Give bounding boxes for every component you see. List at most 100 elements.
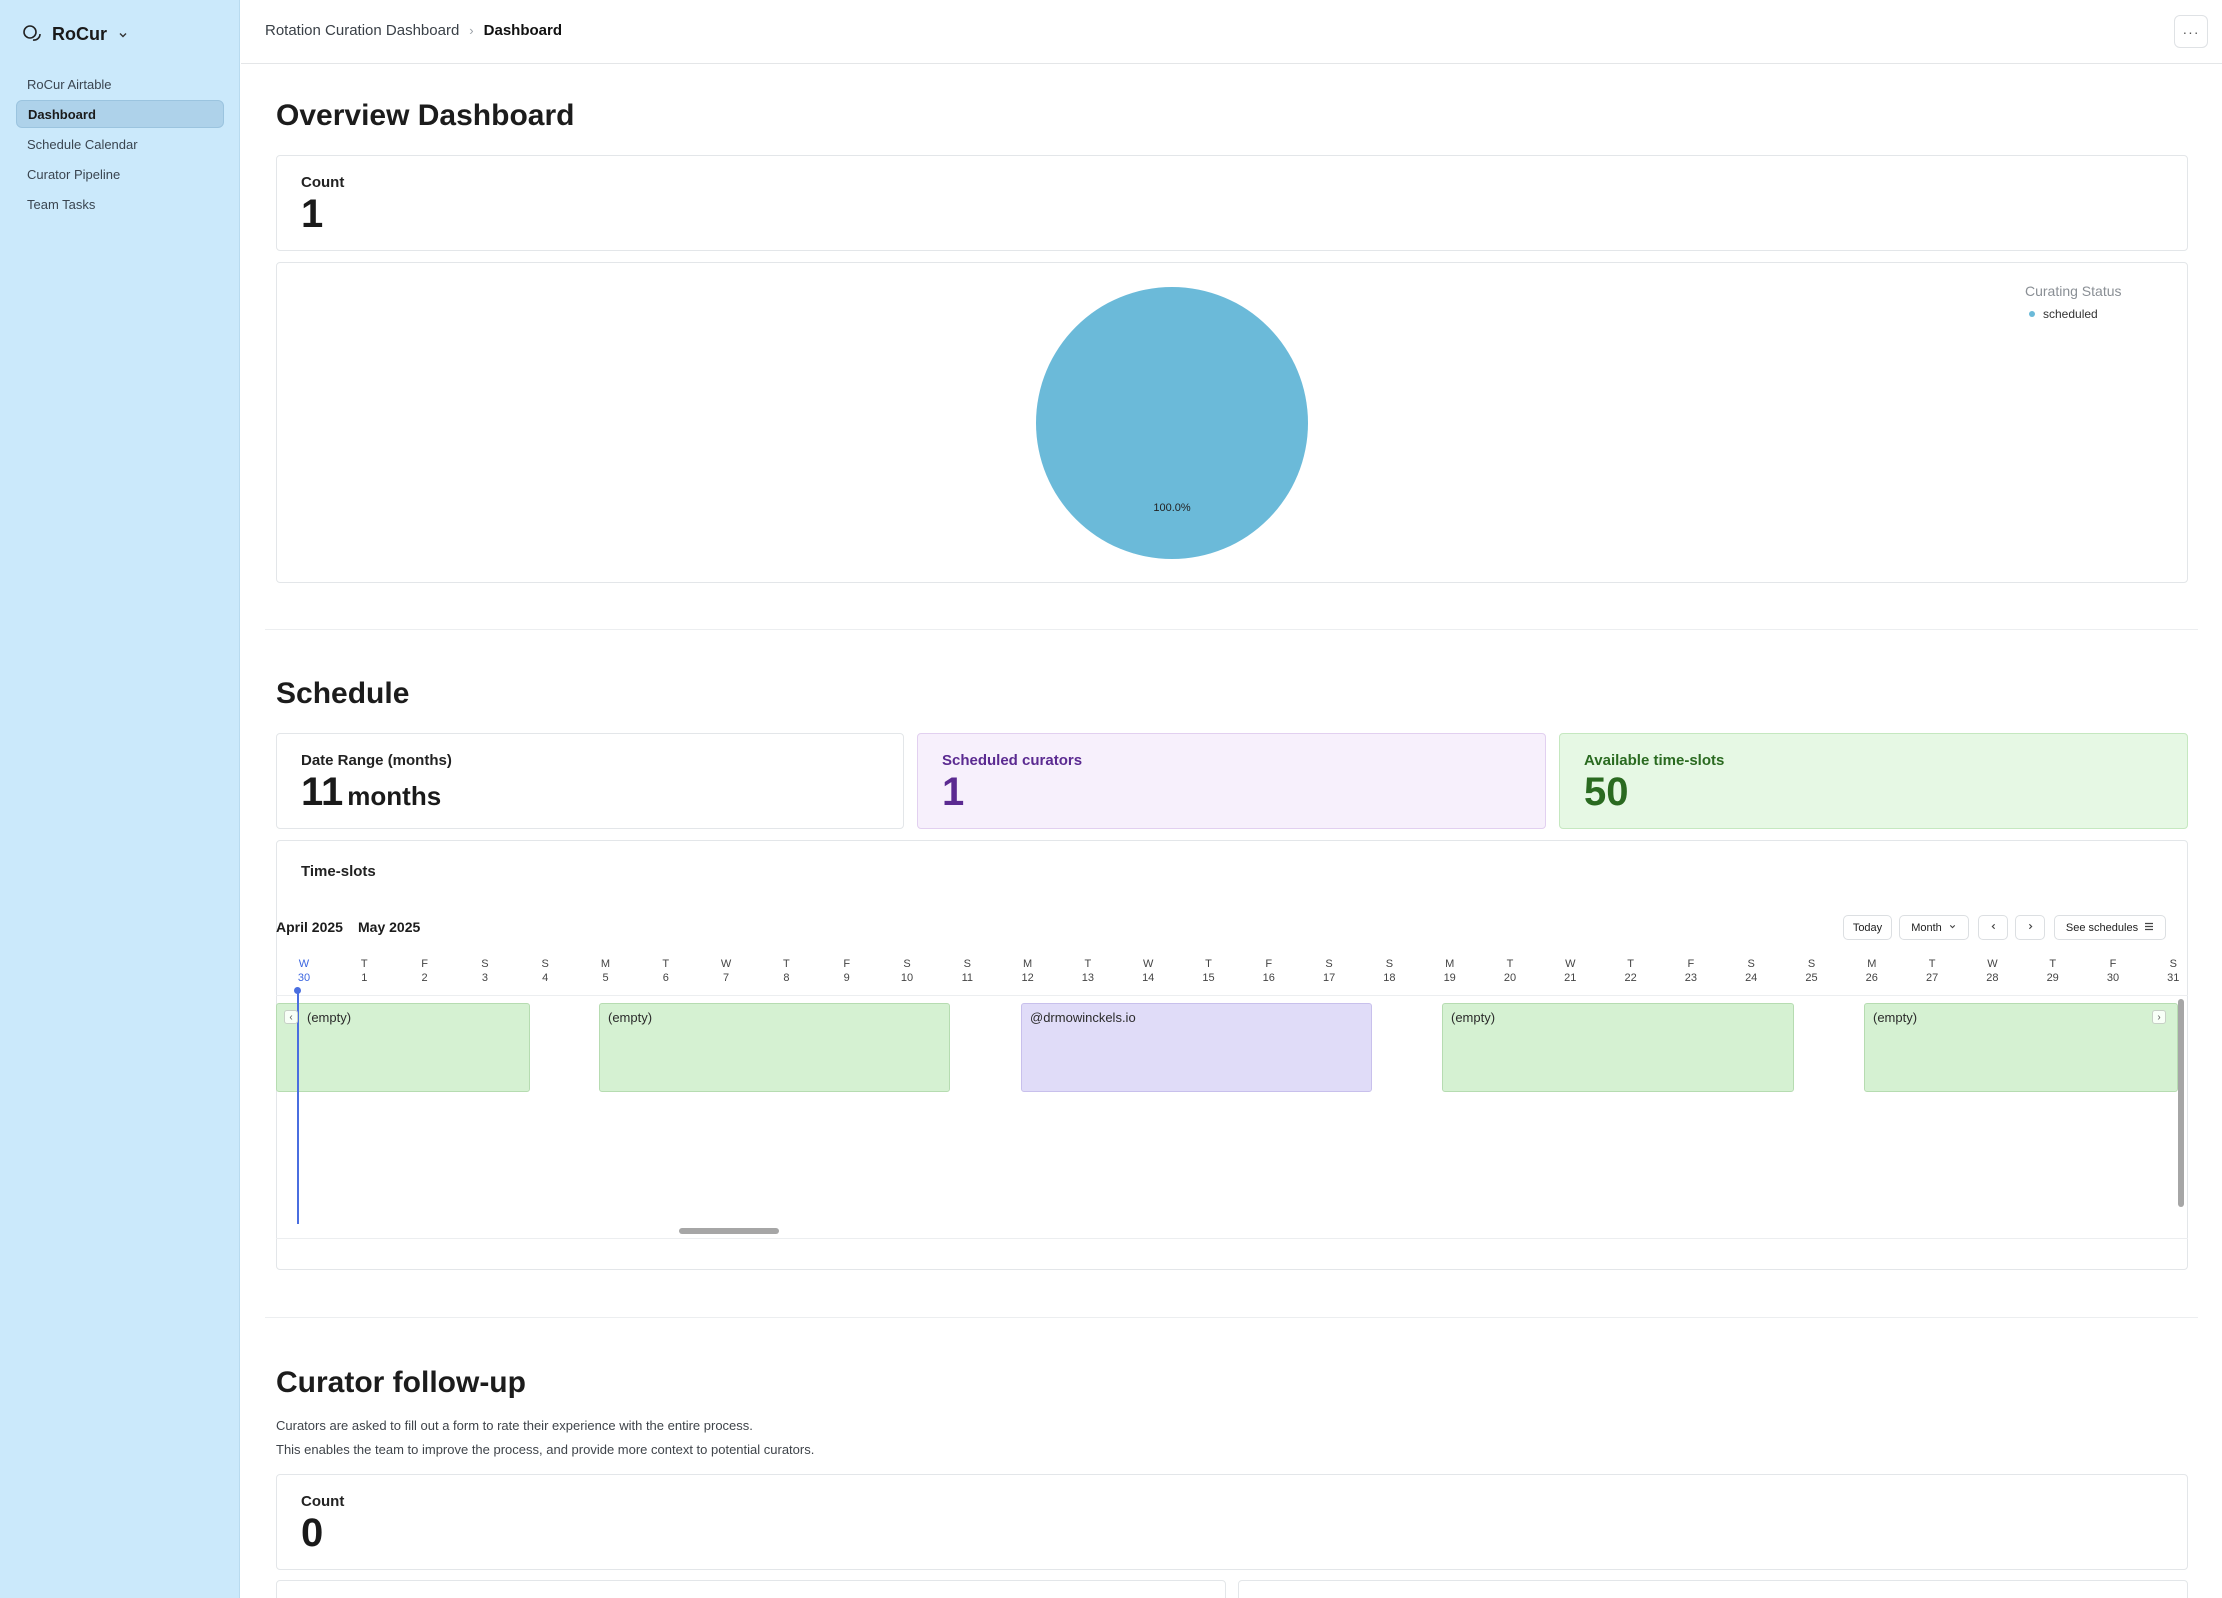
count-label: Count xyxy=(301,174,345,191)
overview-count-card: Count 1 xyxy=(276,155,2188,251)
day-number: 17 xyxy=(1322,972,1336,984)
followup-description-2: This enables the team to improve the pro… xyxy=(276,1442,815,1457)
day-number: 16 xyxy=(1262,972,1275,984)
view-select-value: Month xyxy=(1911,921,1942,934)
followup-description-1: Curators are asked to fill out a form to… xyxy=(276,1418,753,1433)
chevron-right-icon[interactable]: › xyxy=(2152,1010,2166,1024)
empty-slot[interactable]: (empty) xyxy=(1864,1003,2178,1092)
weekday-letter: S xyxy=(481,958,489,970)
slot-label: (empty) xyxy=(608,1010,653,1025)
day-number: 13 xyxy=(1081,972,1095,984)
workspace-switcher[interactable]: RoCur xyxy=(22,20,129,48)
weekday-letter: T xyxy=(783,958,790,970)
day-number: 29 xyxy=(2046,972,2059,984)
followup-chart-card-left xyxy=(276,1580,1226,1598)
weekday-letter: F xyxy=(421,958,428,970)
chevron-right-icon xyxy=(2026,922,2035,934)
day-number: 30 xyxy=(297,972,311,984)
weekday-letter: F xyxy=(1265,958,1273,970)
weekday-letter: W xyxy=(1565,958,1576,970)
chevron-down-icon xyxy=(117,28,129,40)
sidebar-item-rocur-airtable[interactable]: RoCur Airtable xyxy=(16,70,224,98)
day-number: 27 xyxy=(1925,972,1939,984)
pie-slice-scheduled[interactable] xyxy=(1036,287,1308,559)
calendar-day-19: M 19 xyxy=(1430,958,1470,986)
empty-slot[interactable]: (empty) xyxy=(276,1003,530,1092)
empty-slot[interactable]: (empty) xyxy=(599,1003,950,1092)
breadcrumb-current: Dashboard xyxy=(483,22,562,39)
empty-slot[interactable]: (empty) xyxy=(1442,1003,1794,1092)
see-schedules-label: See schedules xyxy=(2065,921,2139,934)
pie-data-label: 100.0% xyxy=(1153,502,1191,514)
view-select[interactable]: Month xyxy=(1899,915,1969,940)
today-button[interactable]: Today xyxy=(1843,915,1892,940)
weekday-letter: M xyxy=(1867,958,1877,970)
breadcrumb-parent[interactable]: Rotation Curation Dashboard xyxy=(265,22,459,39)
previous-button[interactable] xyxy=(1978,915,2008,940)
weekday-letter: W xyxy=(1142,958,1154,970)
sidebar-item-label: Curator Pipeline xyxy=(27,166,121,182)
weekday-letter: W xyxy=(720,958,732,970)
calendar-footer-divider xyxy=(276,1238,2188,1239)
chevron-left-icon xyxy=(1989,922,1998,934)
calendar-day-5: M5 xyxy=(586,958,626,986)
day-number: 28 xyxy=(1986,972,1999,984)
day-number: 5 xyxy=(602,972,609,984)
see-schedules-button[interactable]: See schedules xyxy=(2054,915,2166,940)
count-value: 0 xyxy=(301,1511,324,1555)
weekday-letter: M xyxy=(1023,958,1033,970)
calendar-day-28: W 28 xyxy=(1972,958,2012,986)
weekday-letter: F xyxy=(843,958,851,970)
sidebar-item-label: Schedule Calendar xyxy=(27,136,138,152)
weekday-letter: T xyxy=(1627,958,1634,970)
weekday-letter: M xyxy=(1445,958,1455,970)
legend-item[interactable]: scheduled xyxy=(2025,307,2165,321)
calendar-day-0: W 30 xyxy=(284,958,324,986)
horizontal-scrollbar[interactable] xyxy=(679,1228,779,1234)
weekday-letter: T xyxy=(1084,958,1092,970)
slot-label: (empty) xyxy=(1451,1010,1496,1025)
weekday-letter: S xyxy=(1807,958,1816,970)
booked-slot[interactable]: @drmowinckels.io xyxy=(1021,1003,1372,1092)
sidebar-item-label: RoCur Airtable xyxy=(27,76,112,92)
sidebar-item-team-tasks[interactable]: Team Tasks xyxy=(16,190,224,218)
calendar-day-21: W 21 xyxy=(1550,958,1590,986)
main-content: Overview Dashboard Count 1 100.0% Curati… xyxy=(241,65,2222,1598)
chevron-right-icon: › xyxy=(469,23,474,38)
calendar-day-9: F9 xyxy=(827,958,867,986)
weekday-letter: T xyxy=(360,958,368,970)
day-number: 1 xyxy=(361,972,368,984)
weekday-letter: T xyxy=(1506,958,1514,970)
day-number: 31 xyxy=(2167,972,2180,984)
calendar-day-13: T 13 xyxy=(1068,958,1108,986)
followup-count-card: Count 0 xyxy=(276,1474,2188,1570)
calendar-day-10: S 10 xyxy=(887,958,927,986)
today-indicator xyxy=(297,990,299,1224)
section-divider xyxy=(265,1317,2198,1318)
date-range-label: Date Range (months) xyxy=(301,752,452,769)
sidebar-item-label: Dashboard xyxy=(28,106,96,122)
sidebar-item-schedule-calendar[interactable]: Schedule Calendar xyxy=(16,130,224,158)
day-number: 18 xyxy=(1383,972,1396,984)
day-number: 2 xyxy=(421,972,428,984)
slot-label: @drmowinckels.io xyxy=(1030,1010,1136,1025)
chart-legend: Curating Status scheduled xyxy=(2025,283,2165,321)
sidebar-item-dashboard[interactable]: Dashboard xyxy=(16,100,224,128)
day-number: 15 xyxy=(1202,972,1215,984)
day-number: 14 xyxy=(1142,972,1155,984)
day-number: 24 xyxy=(1745,972,1758,984)
weekday-letter: S xyxy=(903,958,911,970)
count-value: 1 xyxy=(301,192,324,236)
day-number: 30 xyxy=(2106,972,2120,984)
next-button[interactable] xyxy=(2015,915,2045,940)
day-number: 4 xyxy=(542,972,549,984)
day-number: 19 xyxy=(1443,972,1456,984)
vertical-scrollbar[interactable] xyxy=(2178,999,2184,1207)
day-number: 21 xyxy=(1564,972,1577,984)
chevron-left-icon[interactable]: ‹ xyxy=(284,1010,298,1024)
weekday-letter: S xyxy=(1385,958,1394,970)
sidebar-item-curator-pipeline[interactable]: Curator Pipeline xyxy=(16,160,224,188)
section-divider xyxy=(265,629,2198,630)
more-options-button[interactable]: ··· xyxy=(2174,15,2208,48)
section-title-schedule: Schedule xyxy=(276,677,410,710)
